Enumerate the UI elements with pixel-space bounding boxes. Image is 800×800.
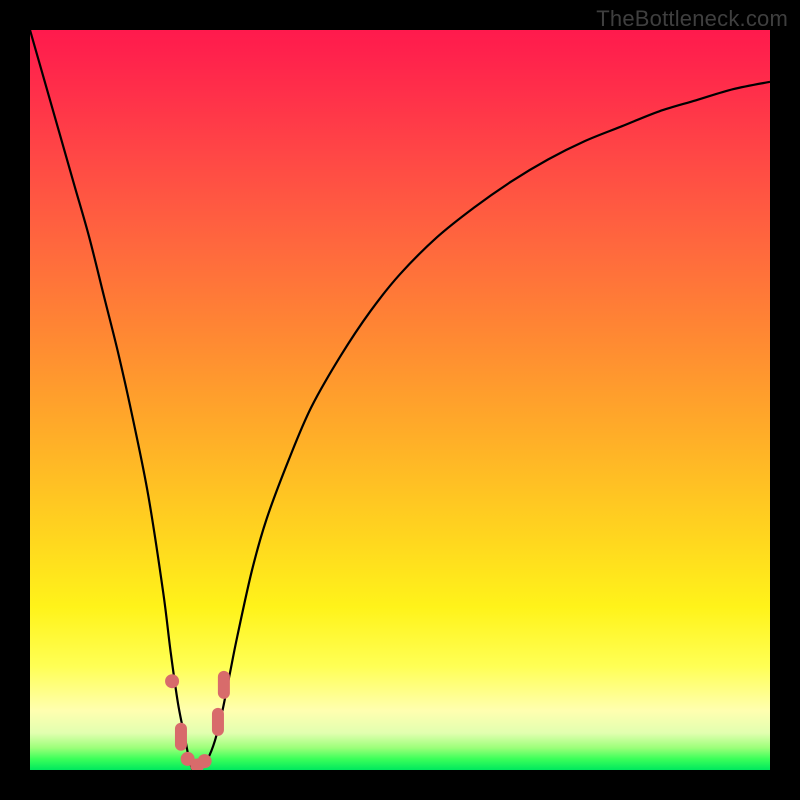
curve-marker-6 bbox=[218, 671, 230, 699]
curve-marker-1 bbox=[175, 723, 187, 751]
chart-frame: TheBottleneck.com bbox=[0, 0, 800, 800]
curve-marker-4 bbox=[198, 754, 212, 768]
curve-markers bbox=[165, 671, 230, 770]
watermark-text: TheBottleneck.com bbox=[596, 6, 788, 32]
bottleneck-curve-svg bbox=[30, 30, 770, 770]
plot-area bbox=[30, 30, 770, 770]
curve-marker-0 bbox=[165, 674, 179, 688]
curve-marker-5 bbox=[212, 708, 224, 736]
bottleneck-curve bbox=[30, 30, 770, 770]
